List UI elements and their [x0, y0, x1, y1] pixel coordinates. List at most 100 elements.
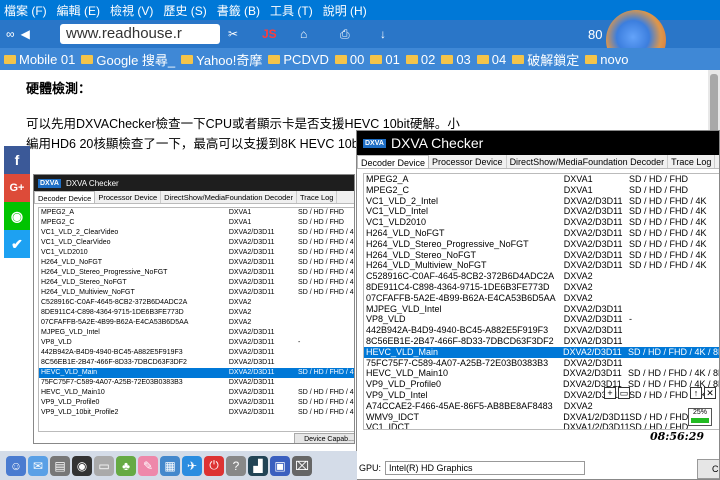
table-row[interactable]: HEVC_VLD_Main10 DXVA2/D3D11 SD / HD / FHD … — [364, 368, 719, 379]
device-capability-button[interactable]: Device Capab... — [294, 433, 354, 443]
menu-item-5[interactable]: 工具 (T) — [270, 2, 313, 19]
menu-item-4[interactable]: 書籤 (B) — [217, 2, 260, 19]
table-row[interactable]: VP9_VLD_Profile0 DXVA2/D3D11 SD / HD / FHD… — [364, 379, 719, 390]
tool-icon[interactable]: ✎ — [138, 455, 158, 476]
menu-item-3[interactable]: 歷史 (S) — [163, 2, 206, 19]
zoom-level[interactable]: 80 — [588, 27, 602, 42]
archive-icon[interactable]: ▦ — [160, 455, 180, 476]
menu-item-2[interactable]: 檢視 (V) — [110, 2, 153, 19]
bookmark-item-4[interactable]: 00 — [334, 52, 364, 67]
bookmark-item-3[interactable]: PCDVD — [268, 52, 329, 67]
table-row[interactable]: H264_VLD_NoFGT DXVA2/D3D11 SD / HD / FHD /… — [364, 228, 719, 239]
table-row[interactable]: VP9_VLD_Profile0 DXVA2/D3D11 SD / HD / FHD… — [39, 398, 354, 408]
bookmark-item-2[interactable]: Yahoo!奇摩 — [181, 50, 262, 69]
table-row[interactable]: H264_VLD_Stereo_NoFGT DXVA2/D3D11 SD / HD … — [364, 250, 719, 261]
table-row[interactable]: VP9_VLD_Intel DXVA2/D3D11 SD / HD / FHD / … — [364, 390, 719, 401]
bookmark-item-8[interactable]: 04 — [476, 52, 506, 67]
table-row[interactable]: 8C56EB1E-2B47-466F-8D33-7DBCD63F3DF2 DXVA… — [39, 358, 354, 368]
table-row[interactable]: VC1_VLD_2_ClearVideo DXVA2/D3D11 SD / HD /… — [39, 228, 354, 238]
table-row[interactable]: 8DE911C4-C898-4364-9715-1DE6B3FE773D DXVA… — [364, 282, 719, 293]
tab-1[interactable]: Processor Device — [95, 191, 162, 203]
tab-1[interactable]: Processor Device — [429, 155, 507, 168]
line-share-button[interactable]: ◉ — [4, 202, 30, 230]
table-row[interactable]: VC1_VLD_2_Intel DXVA2/D3D11 SD / HD / FHD … — [364, 196, 719, 207]
bookmark-item-0[interactable]: Mobile 01 — [4, 52, 75, 67]
url-input[interactable]: www.readhouse.r — [60, 24, 220, 44]
up-arrow-icon[interactable]: ↑ — [690, 387, 702, 399]
home-icon[interactable]: ⌂ — [300, 27, 307, 41]
table-row[interactable]: VP8_VLD DXVA2/D3D11- — [364, 314, 719, 325]
game-icon[interactable]: ♣ — [116, 455, 136, 476]
table-row[interactable]: MJPEG_VLD_Intel DXVA2/D3D11 — [364, 304, 719, 315]
table-row[interactable]: 75FC75F7-C589-4A07-A25B-72E03B0383B3 DXVA… — [364, 358, 719, 369]
close-icon[interactable]: ✕ — [704, 387, 716, 399]
back-icon[interactable]: ◀ — [21, 27, 30, 41]
terminal-icon[interactable]: ▤ — [50, 455, 70, 476]
download-icon[interactable]: ↓ — [380, 27, 386, 41]
table-row[interactable]: 8C56EB1E-2B47-466F-8D33-7DBCD63F3DF2 DXVA… — [364, 336, 719, 347]
table-row[interactable]: VC1_VLD_Intel DXVA2/D3D11 SD / HD / FHD / … — [364, 206, 719, 217]
save-icon[interactable]: ▣ — [270, 455, 290, 476]
table-row[interactable]: 07CFAFFB-5A2E-4B99-B62A-E4CA53B6D5AA DXVA… — [364, 293, 719, 304]
table-row[interactable]: MPEG2_A DXVA1 SD / HD / FHD — [39, 208, 354, 218]
table-row[interactable]: WMV9_IDCT DXVA1/2/D3D11 SD / HD / FHD — [364, 412, 719, 423]
plane-icon[interactable]: ✈ — [182, 455, 202, 476]
tab-3[interactable]: Trace Log — [668, 155, 716, 168]
table-row[interactable]: H264_VLD_Multiview_NoFGT DXVA2/D3D11 SD / … — [364, 260, 719, 271]
table-row[interactable]: HEVC_VLD_Main DXVA2/D3D11 SD / HD / FHD / … — [39, 368, 354, 378]
monitor-icon[interactable]: ▟ — [248, 455, 268, 476]
table-row[interactable]: HEVC_VLD_Main DXVA2/D3D11 SD / HD / FHD / … — [364, 346, 719, 358]
table-row[interactable]: C528916C-C0AF-4645-8CB2-372B6D4ADC2A DXVA… — [364, 271, 719, 282]
bookmark-item-9[interactable]: 破解鎖定 — [512, 50, 579, 69]
table-row[interactable]: HEVC_VLD_Main10 DXVA2/D3D11 SD / HD / FHD … — [39, 388, 354, 398]
speaker-icon[interactable]: ◉ — [72, 455, 92, 476]
tab-2[interactable]: DirectShow/MediaFoundation Decoder — [507, 155, 669, 168]
mail-icon[interactable]: ✉ — [28, 455, 48, 476]
table-row[interactable]: VP9_VLD_10bit_Profile2 DXVA2/D3D11 SD / HD… — [39, 408, 354, 418]
table-row[interactable]: 442B942A-B4D9-4940-BC45-A882E5F919F3 DXVA… — [364, 325, 719, 336]
bookmark-item-7[interactable]: 03 — [441, 52, 471, 67]
table-row[interactable]: C528916C-C0AF-4645-8CB2-372B6D4ADC2A DXVA… — [39, 298, 354, 308]
table-row[interactable]: VC1_VLD2010 DXVA2/D3D11 SD / HD / FHD / 4K — [364, 217, 719, 228]
menu-item-0[interactable]: 檔案 (F) — [4, 2, 47, 19]
menu-item-6[interactable]: 說明 (H) — [323, 2, 367, 19]
table-row[interactable]: VC1_VLD2010 DXVA2/D3D11 SD / HD / FHD / 4K — [39, 248, 354, 258]
table-row[interactable]: 07CFAFFB-5A2E-4B99-B62A-E4CA53B6D5AA DXVA… — [39, 318, 354, 328]
scissors-icon[interactable]: ✂ — [228, 27, 238, 41]
finder-icon[interactable]: ☺ — [6, 455, 26, 476]
table-row[interactable]: MPEG2_A DXVA1 SD / HD / FHD — [364, 174, 719, 185]
bookmark-item-5[interactable]: 01 — [370, 52, 400, 67]
tab-3[interactable]: Trace Log — [297, 191, 338, 203]
menu-item-1[interactable]: 編輯 (E) — [57, 2, 100, 19]
table-row[interactable]: 75FC75F7-C589-4A07-A25B-72E03B0383B3 DXVA… — [39, 378, 354, 388]
table-row[interactable]: H264_VLD_Stereo_NoFGT DXVA2/D3D11 SD / HD … — [39, 278, 354, 288]
table-row[interactable]: 8DE911C4-C898-4364-9715-1DE6B3FE773D DXVA… — [39, 308, 354, 318]
table-row[interactable]: H264_VLD_NoFGT DXVA2/D3D11 SD / HD / FHD /… — [39, 258, 354, 268]
reader-icon[interactable]: ∞ — [6, 27, 15, 41]
folder-icon[interactable]: ▭ — [618, 387, 630, 399]
table-row[interactable]: MPEG2_C DXVA1 SD / HD / FHD — [364, 185, 719, 196]
gpu-dropdown[interactable]: Intel(R) HD Graphics — [385, 461, 586, 475]
drive-icon[interactable]: ▭ — [94, 455, 114, 476]
twitter-share-button[interactable]: ✔ — [4, 230, 30, 258]
bookmark-item-1[interactable]: Google 搜尋_ — [81, 50, 175, 69]
close-button[interactable]: Cl — [697, 459, 719, 479]
table-row[interactable]: H264_VLD_Stereo_Progressive_NoFGT DXVA2/D… — [364, 239, 719, 250]
table-row[interactable]: H264_VLD_Multiview_NoFGT DXVA2/D3D11 SD / … — [39, 288, 354, 298]
power-icon[interactable]: ⏻ — [204, 455, 224, 476]
google-plus-share-button[interactable]: G+ — [4, 174, 30, 202]
plus-icon[interactable]: + — [604, 387, 616, 399]
bookmark-item-10[interactable]: novo — [585, 52, 628, 67]
table-row[interactable]: A74CCAE2-F466-45AE-86F5-AB8BE8AF8483 DXVA… — [364, 401, 719, 412]
table-row[interactable]: MPEG2_C DXVA1 SD / HD / FHD — [39, 218, 354, 228]
table-row[interactable]: 442B942A-B4D9-4940-BC45-A882E5F919F3 DXVA… — [39, 348, 354, 358]
table-row[interactable]: MJPEG_VLD_Intel DXVA2/D3D11 — [39, 328, 354, 338]
table-row[interactable]: VC1_IDCT DXVA1/2/D3D11 SD / HD / FHD — [364, 422, 719, 429]
table-row[interactable]: H264_VLD_Stereo_Progressive_NoFGT DXVA2/D… — [39, 268, 354, 278]
table-row[interactable]: VP8_VLD DXVA2/D3D11- — [39, 338, 354, 348]
table-row[interactable]: VC1_VLD_ClearVideo DXVA2/D3D11 SD / HD / F… — [39, 238, 354, 248]
tab-2[interactable]: DirectShow/MediaFoundation Decoder — [161, 191, 297, 203]
bookmark-item-6[interactable]: 02 — [405, 52, 435, 67]
tab-0[interactable]: Decoder Device — [357, 155, 430, 168]
trash-icon[interactable]: ⌧ — [292, 455, 312, 476]
